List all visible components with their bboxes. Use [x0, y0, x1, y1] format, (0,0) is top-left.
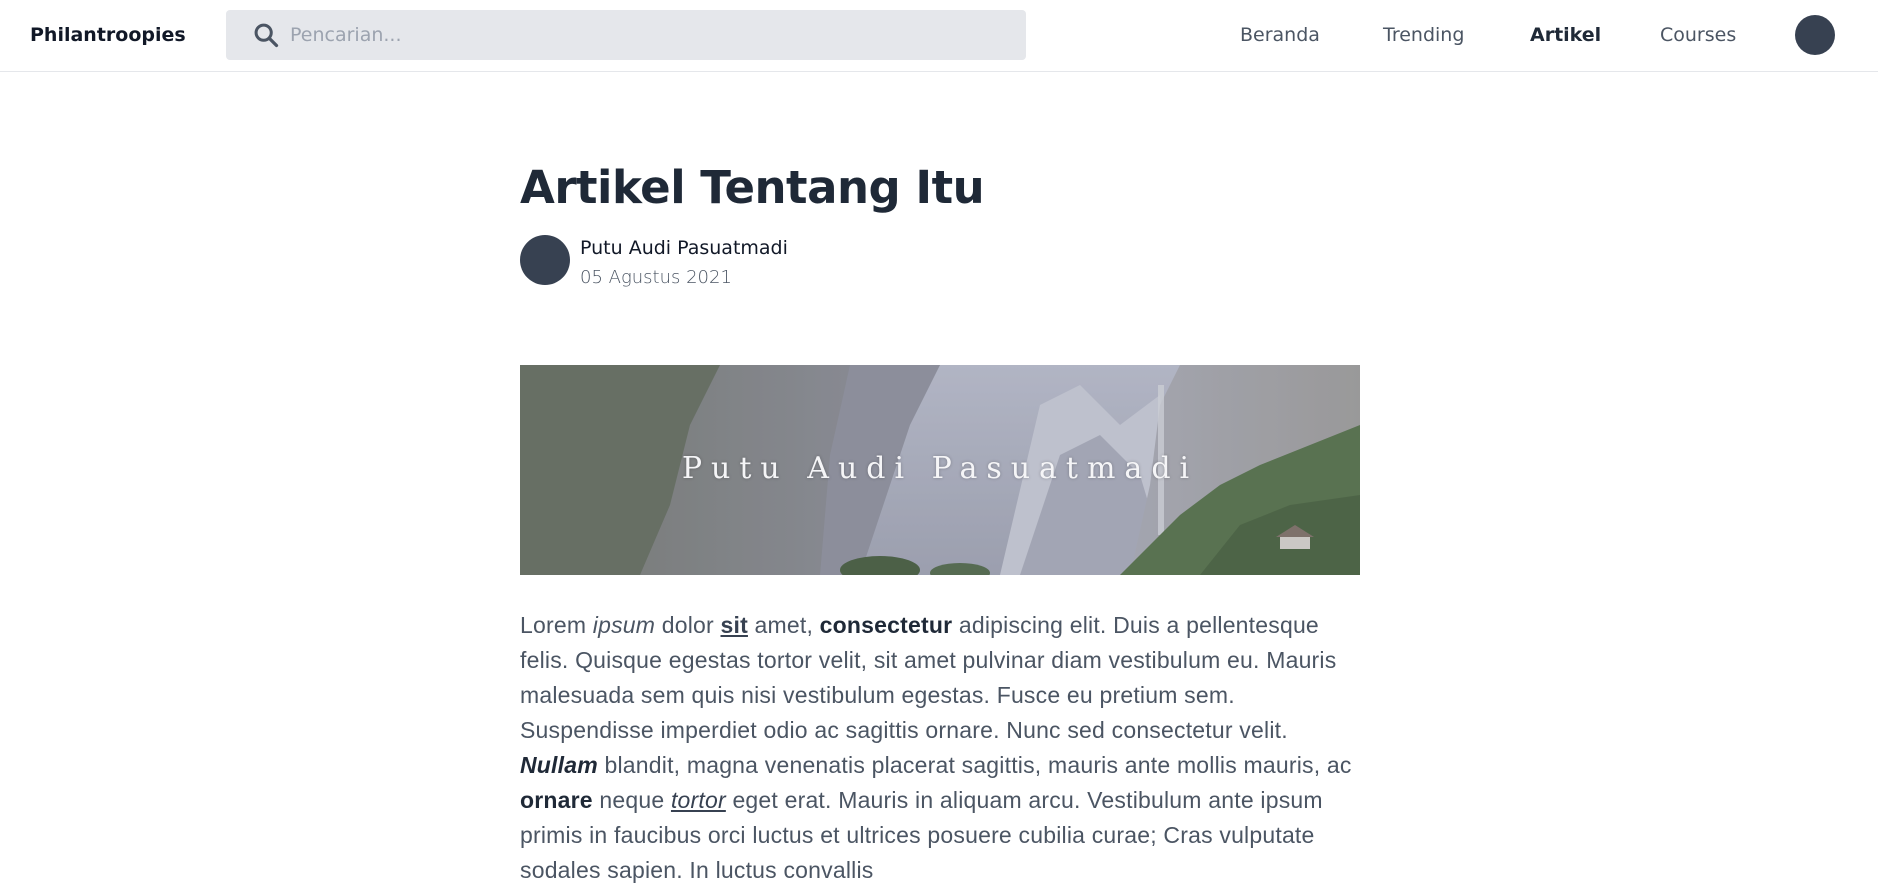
article: Artikel Tentang Itu Putu Audi Pasuatmadi… [520, 160, 1360, 883]
body-word: Lorem [520, 612, 587, 638]
hero-caption: Putu Audi Pasuatmadi [681, 451, 1199, 486]
italic-underline-text: tortor [670, 787, 726, 813]
main-nav: Beranda Trending Artikel Courses [0, 24, 1878, 50]
bold-underline-text: sit [720, 612, 748, 638]
top-navbar: Philantroopies Beranda Trending Artikel … [0, 0, 1878, 72]
body-word: neque [599, 787, 665, 813]
author-name[interactable]: Putu Audi Pasuatmadi [580, 237, 788, 259]
article-title: Artikel Tentang Itu [520, 161, 985, 214]
publish-date: 05 Agustus 2021 [580, 267, 732, 288]
body-word: amet, [754, 612, 814, 638]
user-avatar[interactable] [1795, 15, 1835, 55]
nav-courses[interactable]: Courses [1660, 24, 1736, 46]
article-body: Lorem ipsum dolor sit amet, consectetur … [520, 608, 1360, 888]
nav-beranda[interactable]: Beranda [1240, 24, 1320, 46]
nav-artikel[interactable]: Artikel [1530, 24, 1601, 46]
author-avatar[interactable] [520, 235, 570, 285]
hero-image: Putu Audi Pasuatmadi [520, 365, 1360, 575]
nav-trending[interactable]: Trending [1383, 24, 1464, 46]
bold-italic-text: Nullam [520, 752, 598, 778]
italic-text: ipsum [592, 612, 656, 638]
author-info: Putu Audi Pasuatmadi 05 Agustus 2021 [520, 235, 920, 291]
body-segment: blandit, magna venenatis placerat sagitt… [604, 752, 1352, 778]
bold-text: ornare [520, 787, 593, 813]
body-word: dolor [661, 612, 714, 638]
bold-text: consectetur [819, 612, 953, 638]
